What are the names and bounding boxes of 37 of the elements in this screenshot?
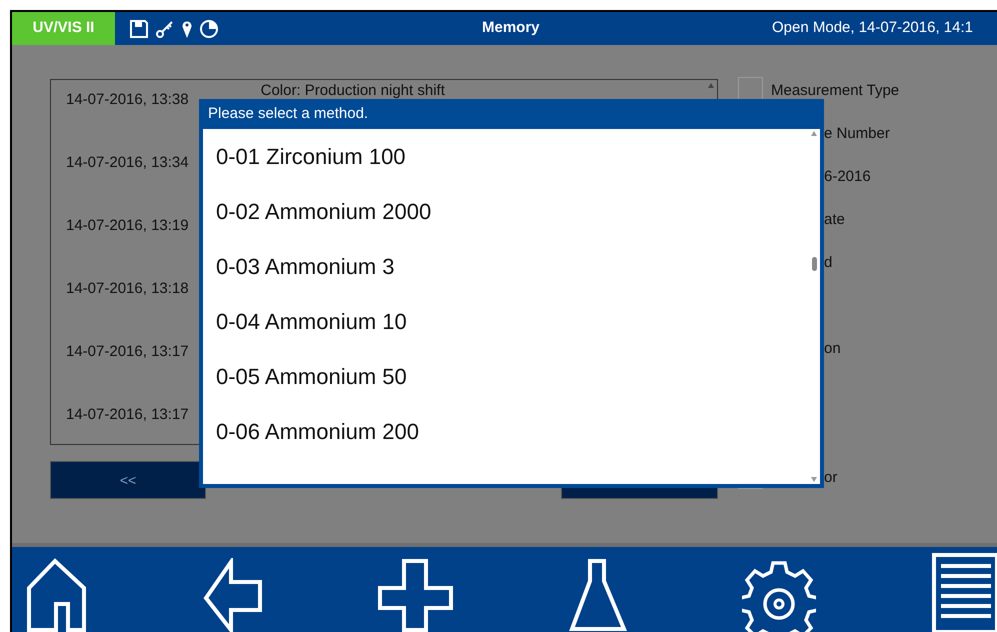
- method-item[interactable]: 0-04 Ammonium 10: [203, 294, 808, 349]
- method-item[interactable]: 0-02 Ammonium 2000: [203, 184, 808, 239]
- screen-title: Memory: [482, 18, 540, 38]
- option-label: on: [824, 339, 841, 359]
- entry-date[interactable]: 14-07-2016, 13:17: [66, 404, 189, 426]
- option-label: e Number: [824, 124, 890, 144]
- method-item[interactable]: 0-05 Ammonium 50: [203, 349, 808, 404]
- plus-icon[interactable]: [377, 558, 454, 632]
- flask-icon[interactable]: [568, 558, 628, 632]
- option-label: d: [824, 253, 832, 273]
- method-item[interactable]: 0-01 Zirconium 100: [203, 129, 808, 184]
- device-badge: UV/VIS II: [12, 12, 115, 45]
- home-icon[interactable]: [26, 558, 88, 632]
- back-arrow-icon[interactable]: [202, 558, 263, 632]
- entry-date[interactable]: 14-07-2016, 13:38: [66, 89, 189, 112]
- entry-date[interactable]: 14-07-2016, 13:34: [66, 152, 189, 174]
- menu-icon[interactable]: [930, 552, 997, 632]
- location-pin-icon: [181, 18, 193, 38]
- scroll-up-icon[interactable]: [708, 83, 714, 88]
- option-label: Measurement Type: [771, 81, 900, 101]
- key-icon: [155, 18, 175, 38]
- status-text: Open Mode, 14-07-2016, 14:1: [772, 18, 973, 38]
- scroll-thumb[interactable]: [812, 257, 816, 271]
- option-label: ate: [824, 210, 845, 230]
- option-label: or: [824, 468, 838, 488]
- dialog-title: Please select a method.: [207, 104, 370, 124]
- scroll-down-icon[interactable]: [811, 477, 817, 482]
- entry-date[interactable]: 14-07-2016, 13:19: [66, 215, 189, 238]
- pie-chart-icon: [199, 18, 219, 38]
- entry-date[interactable]: 14-07-2016, 13:17: [66, 341, 189, 364]
- method-item[interactable]: 0-03 Ammonium 3: [203, 239, 808, 294]
- previous-page-button[interactable]: <<: [50, 461, 206, 499]
- option-label: 6-2016: [824, 167, 871, 187]
- entry-date[interactable]: 14-07-2016, 13:18: [66, 278, 189, 300]
- scroll-up-icon[interactable]: [811, 131, 817, 136]
- method-item[interactable]: 0-06 Ammonium 200: [203, 404, 808, 459]
- entry-description[interactable]: Color: Production night shift: [260, 80, 445, 102]
